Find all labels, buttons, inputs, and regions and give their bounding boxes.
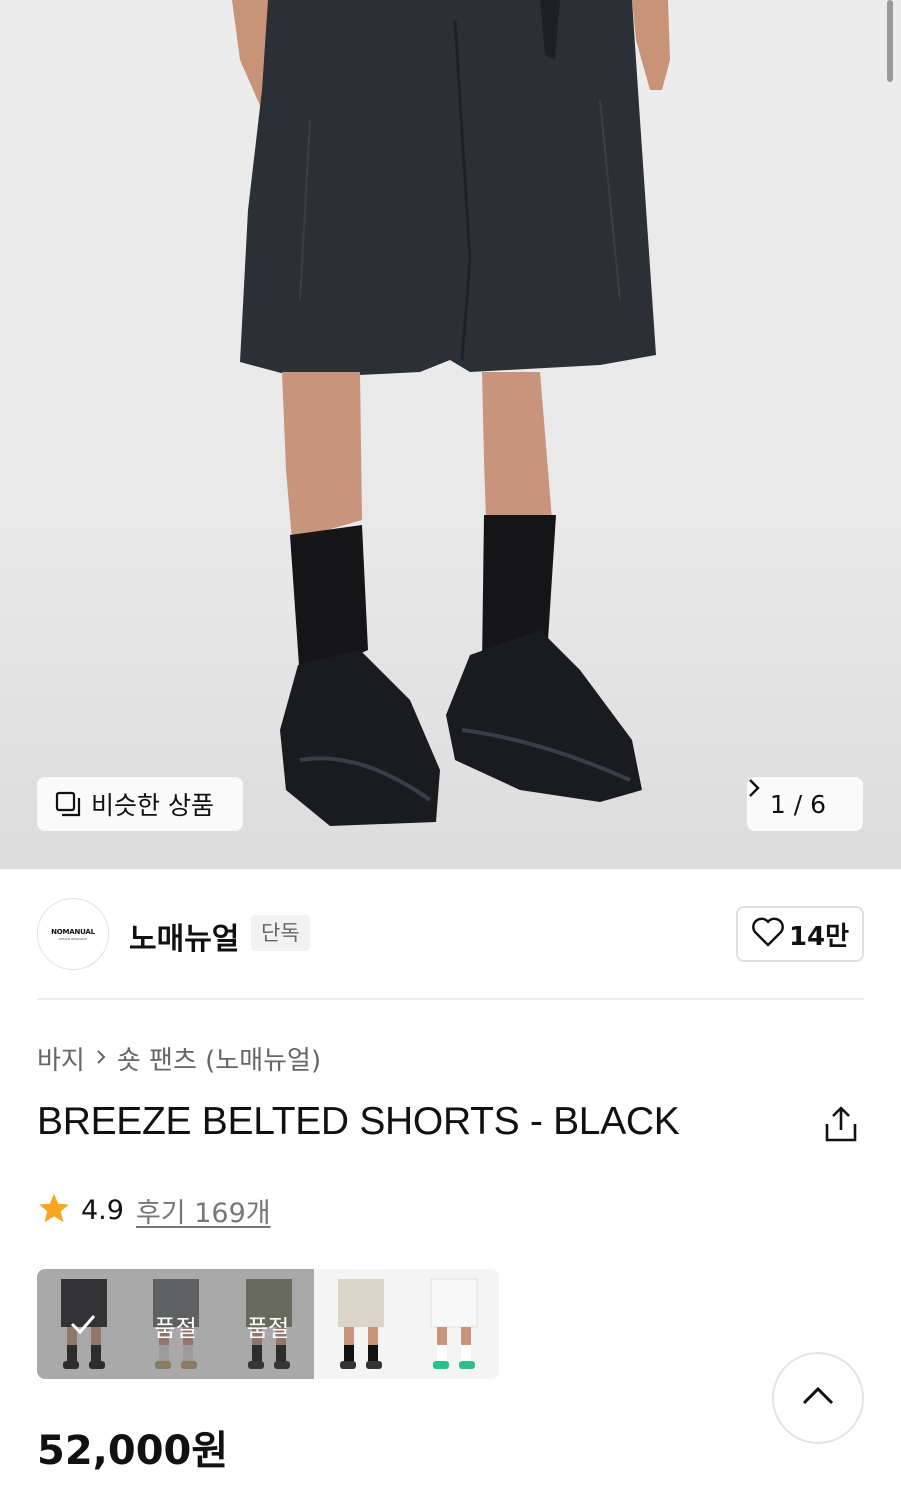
like-button[interactable]: 14만	[736, 906, 864, 962]
star-icon	[37, 1191, 71, 1229]
share-icon	[820, 1106, 862, 1150]
share-button[interactable]	[820, 1104, 862, 1146]
color-option-white[interactable]	[406, 1269, 499, 1379]
color-options: 품절 품절	[37, 1269, 499, 1379]
brand-logo[interactable]: NOMANUAL DESIGN RESEARCH	[37, 898, 109, 970]
chevron-right-icon	[95, 1043, 107, 1073]
scroll-indicator	[887, 0, 893, 82]
color-option-black[interactable]	[37, 1269, 130, 1379]
heart-icon	[751, 917, 785, 951]
breadcrumb: 바지 숏 팬츠 (노매뉴얼)	[37, 1038, 321, 1078]
reviews-link[interactable]: 후기 169개	[136, 1191, 271, 1230]
soldout-label: 품절	[246, 1316, 290, 1342]
exclusive-badge: 단독	[251, 915, 310, 951]
product-title: BREEZE BELTED SHORTS - BLACK	[37, 1100, 680, 1143]
product-photo	[232, 0, 670, 826]
rating-score: 4.9	[81, 1194, 124, 1226]
breadcrumb-category[interactable]: 바지	[37, 1040, 85, 1077]
like-count: 14만	[788, 921, 850, 952]
product-image[interactable]: 비슷한 상품 1 / 6	[0, 0, 901, 869]
chevron-up-icon	[800, 1385, 836, 1411]
similar-products-label: 비슷한 상품	[91, 791, 214, 820]
product-price: 52,000원	[37, 1428, 229, 1474]
rating-row: 4.9 후기 169개	[37, 1190, 271, 1230]
image-pager-button[interactable]: 1 / 6	[747, 777, 863, 831]
breadcrumb-subcategory[interactable]: 숏 팬츠 (노매뉴얼)	[117, 1040, 321, 1077]
brand-row: NOMANUAL DESIGN RESEARCH 노매뉴얼 단독 14만	[37, 898, 864, 970]
scroll-to-top-button[interactable]	[772, 1352, 864, 1444]
color-option-gray[interactable]: 품절	[129, 1269, 222, 1379]
color-option-beige[interactable]	[314, 1269, 407, 1379]
copy-icon	[55, 791, 81, 817]
divider	[37, 998, 864, 1000]
soldout-label: 품절	[154, 1316, 197, 1342]
image-pager-count: 1 / 6	[769, 789, 827, 819]
color-option-khaki[interactable]: 품절	[221, 1269, 315, 1379]
similar-products-button[interactable]: 비슷한 상품	[37, 777, 243, 831]
brand-name[interactable]: 노매뉴얼	[129, 914, 239, 958]
